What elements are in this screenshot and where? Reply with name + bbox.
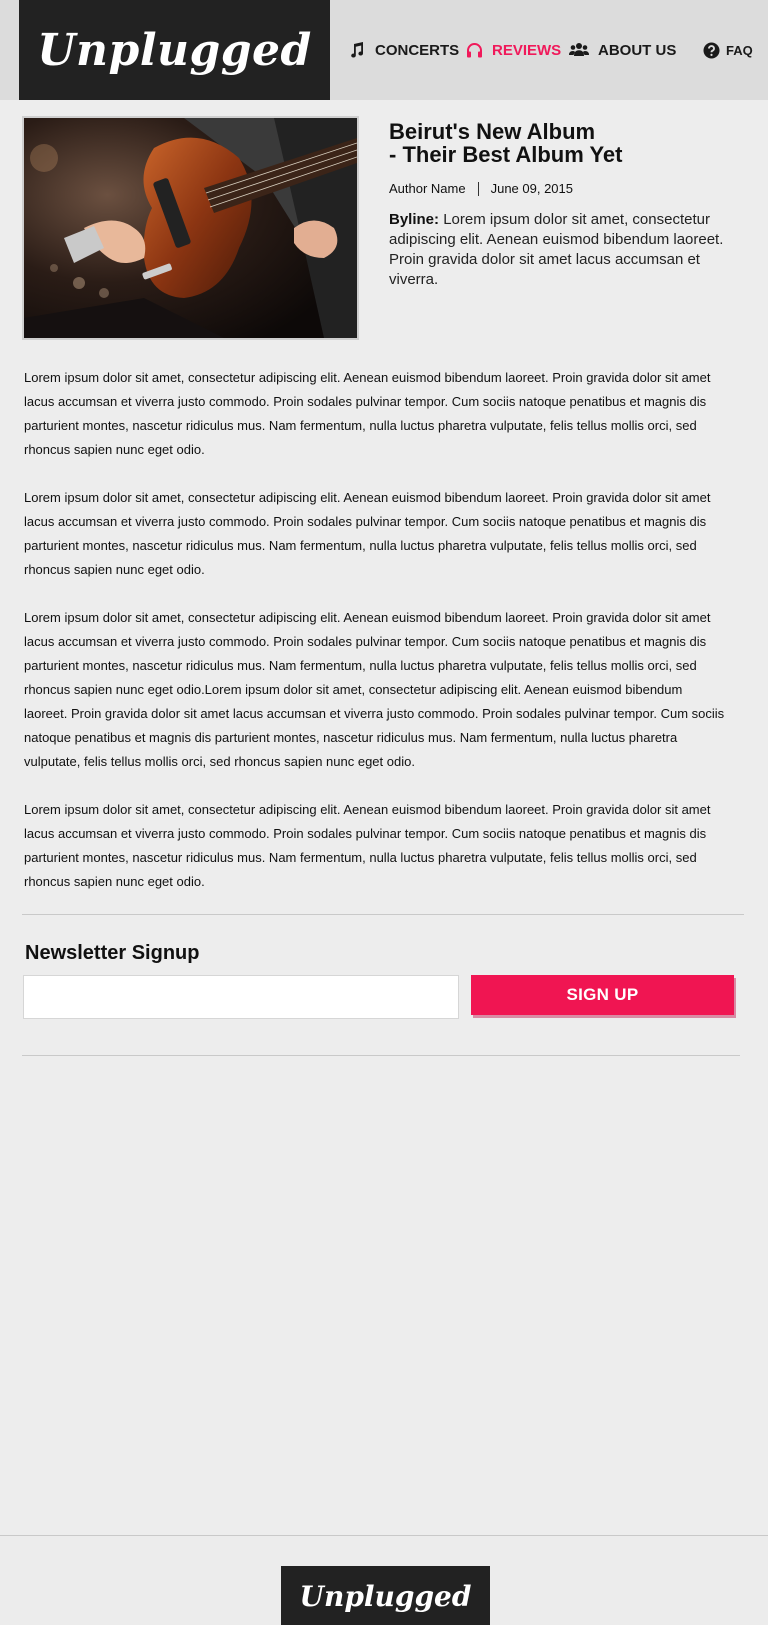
article-title-line-1: Beirut's New Album [389, 119, 596, 144]
newsletter-title: Newsletter Signup [25, 942, 200, 964]
article-paragraph: Lorem ipsum dolor sit amet, consectetur … [24, 490, 711, 577]
nav-item-label: REVIEWS [492, 41, 562, 59]
nav-item-concerts[interactable]: CONCERTS [348, 38, 459, 62]
site-footer: Unplugged [0, 1535, 768, 1625]
sign-up-button[interactable]: SIGN UP [471, 975, 734, 1015]
guitar-photo [24, 118, 357, 338]
byline-text: Lorem ipsum dolor sit amet, consectetur … [389, 211, 724, 288]
article-title: Beirut's New Album - Their Best Album Ye… [389, 120, 739, 166]
nav-item-label: FAQ [726, 42, 753, 58]
nav-item-label: ABOUT US [598, 41, 677, 59]
main-nav: CONCERTS REVIEWS ABOUT US FAQ [0, 38, 768, 64]
article-image [22, 116, 359, 340]
article-body: Lorem ipsum dolor sit amet, consectetur … [24, 366, 729, 918]
byline-label: Byline: [389, 211, 440, 228]
article-date: June 09, 2015 [490, 181, 573, 196]
article-meta: Author Name June 09, 2015 [389, 181, 739, 196]
headphones-icon [465, 41, 483, 59]
article-title-line-2: - Their Best Album Yet [389, 142, 623, 167]
meta-separator [477, 181, 479, 196]
music-note-icon [348, 41, 366, 59]
nav-item-faq[interactable]: FAQ [702, 38, 753, 62]
author-name[interactable]: Author Name [389, 181, 466, 196]
article-byline: Byline: Lorem ipsum dolor sit amet, cons… [389, 210, 739, 290]
article-header: Beirut's New Album - Their Best Album Ye… [389, 120, 739, 290]
users-icon [569, 41, 589, 59]
question-circle-icon [702, 41, 720, 59]
site-header: Unplugged CONCERTS REVIEWS ABOUT US FAQ [0, 0, 768, 100]
footer-logo-text: Unplugged [299, 1579, 472, 1613]
nav-item-about-us[interactable]: ABOUT US [569, 38, 676, 62]
nav-item-reviews[interactable]: REVIEWS [465, 38, 561, 62]
newsletter-email-input[interactable] [23, 975, 459, 1019]
section-divider [22, 1055, 740, 1056]
nav-item-label: CONCERTS [375, 41, 460, 59]
article-paragraph: Lorem ipsum dolor sit amet, consectetur … [24, 370, 711, 457]
article-paragraph: Lorem ipsum dolor sit amet, consectetur … [24, 802, 711, 889]
section-divider [22, 914, 744, 915]
article-paragraph: Lorem ipsum dolor sit amet, consectetur … [24, 610, 725, 769]
footer-logo[interactable]: Unplugged [281, 1566, 490, 1625]
